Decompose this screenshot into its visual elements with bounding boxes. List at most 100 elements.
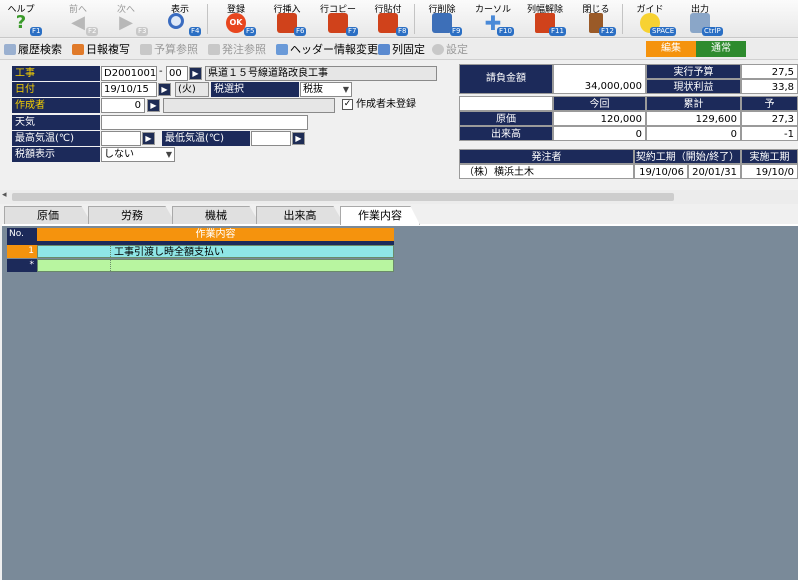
register-key: F5 [244,27,257,36]
grid-work-header[interactable]: 作業内容 [37,228,394,241]
min-temp-button[interactable]: ▶ [292,132,305,145]
profit-label: 現状利益 [646,79,741,94]
tab-progress[interactable]: 出来高 [256,206,344,224]
progress-label: 出来高 [459,126,553,141]
cell-divider [110,260,111,271]
scroll-left-icon[interactable]: ◂ [2,190,7,200]
copy-daily-label: 日報複写 [86,43,130,56]
exec-budget-label: 実行予算 [646,64,741,79]
output-button[interactable]: 出力 CtrlP [676,0,724,38]
period-label: 契約工期（開始/終了） [634,149,741,164]
grid-no-header: No. [7,228,37,241]
date-picker-button[interactable]: ▶ [158,83,171,96]
view-key: F4 [189,27,202,36]
view-button[interactable]: 表示 F4 [158,0,202,38]
header-edit-icon [276,44,288,55]
budget-ref-button[interactable]: 予算参照 [140,42,198,57]
work-content-cell[interactable]: 工事引渡し時全額支払い [114,246,224,259]
author-lookup-button[interactable]: ▶ [147,99,160,112]
cursor-button[interactable]: カーソル ✚ F10 [470,0,516,38]
header-change-button[interactable]: ヘッダー情報変更 [276,42,378,57]
insert-row-key: F6 [294,27,307,36]
col-width-button[interactable]: 列幅解除 F11 [520,0,570,38]
chevron-down-icon: ▼ [165,150,172,159]
tax-display-select[interactable]: しない ▼ [101,147,175,162]
history-search-button[interactable]: 履歴検索 [4,42,62,57]
progress-cum-value: 0 [646,126,741,141]
author-field[interactable]: 0 [101,98,145,113]
order-ref-button[interactable]: 発注参照 [208,42,266,57]
max-temp-field[interactable] [101,131,141,146]
col-width-key: F11 [549,27,566,36]
project-lookup-button[interactable]: ▶ [189,67,202,80]
copy-row-button[interactable]: 行コピー F7 [314,0,362,38]
new-row[interactable] [37,259,394,272]
project-code-field[interactable]: D2001001 [101,66,157,81]
project-name-field: 県道１５号線道路改良工事 [205,66,437,81]
budget-icon [140,44,152,55]
header-scrollbar[interactable]: ◂ [0,190,798,204]
weather-label: 天気 [12,115,100,130]
order-ref-label: 発注参照 [222,43,266,56]
contract-value: 34,000,000 [553,64,646,94]
paste-row-button[interactable]: 行貼付 F8 [366,0,410,38]
guide-key: SPACE [650,27,677,36]
date-field[interactable]: 19/10/15 [101,82,157,97]
table-row[interactable]: 工事引渡し時全額支払い [37,245,394,258]
date-label: 日付 [12,82,100,97]
budget-ref-label: 予算参照 [154,43,198,56]
progress-plan-value: -1 [741,126,798,141]
insert-row-button[interactable]: 行挿入 F6 [264,0,310,38]
tab-labor[interactable]: 労務 [88,206,176,224]
tax-display-value: しない [104,149,134,160]
tab-machine[interactable]: 機械 [172,206,260,224]
tab-work-content[interactable]: 作業内容 [340,206,420,225]
register-button[interactable]: 登録 OK F5 [214,0,258,38]
column-icon [378,44,390,55]
guide-button[interactable]: ガイド SPACE [628,0,677,38]
mode-edit-badge[interactable]: 編集 [646,41,696,57]
weather-field[interactable] [101,115,308,130]
output-key: CtrlP [702,27,723,36]
cell-divider [110,246,111,257]
cost-cum-value: 129,600 [646,111,741,126]
this-time-header: 今回 [553,96,646,111]
delete-row-button[interactable]: 行削除 F9 [420,0,464,38]
new-row-marker: * [7,259,37,272]
ok-icon: OK [226,13,246,33]
history-search-label: 履歴検索 [18,43,62,56]
copy-row-key: F7 [346,27,359,36]
prev-button[interactable]: 前へ ◀ F2 [58,0,99,38]
cursor-key: F10 [497,27,514,36]
max-temp-button[interactable]: ▶ [142,132,155,145]
close-button[interactable]: 閉じる F12 [574,0,618,38]
min-temp-label: 最低気温(℃) [162,131,250,146]
project-dash: - [159,66,163,77]
tax-choice-select[interactable]: 税抜 ▼ [300,82,352,97]
help-button[interactable]: ヘルプ ? F1 [4,0,43,38]
history-icon [4,44,16,55]
project-label: 工事 [12,66,100,81]
magnifier-icon [168,13,184,29]
row-number[interactable]: 1 [7,245,37,258]
period-end-value: 20/01/31 [688,164,741,179]
cumulative-header: 累計 [646,96,741,111]
order-icon [208,44,220,55]
period-start-value: 19/10/06 [634,164,688,179]
author-unregistered-checkbox[interactable]: ✓ [342,99,353,110]
copy-daily-button[interactable]: 日報複写 [72,42,130,57]
prev-key: F2 [86,27,99,36]
max-temp-label: 最高気温(℃) [12,131,100,146]
col-fix-button[interactable]: 列固定 [378,42,425,57]
header-change-label: ヘッダー情報変更 [290,43,378,56]
project-sub-field[interactable]: 00 [166,66,188,81]
min-temp-field[interactable] [251,131,291,146]
paste-row-icon [378,13,398,33]
mode-normal-badge[interactable]: 通常 [696,41,746,57]
settings-button[interactable]: 設定 [432,42,468,57]
weekday-field: (火) [175,82,209,97]
tab-cost[interactable]: 原価 [4,206,92,224]
next-button[interactable]: 次へ ▶ F3 [106,0,149,38]
progress-now-value: 0 [553,126,646,141]
scrollbar-thumb[interactable] [12,193,674,201]
